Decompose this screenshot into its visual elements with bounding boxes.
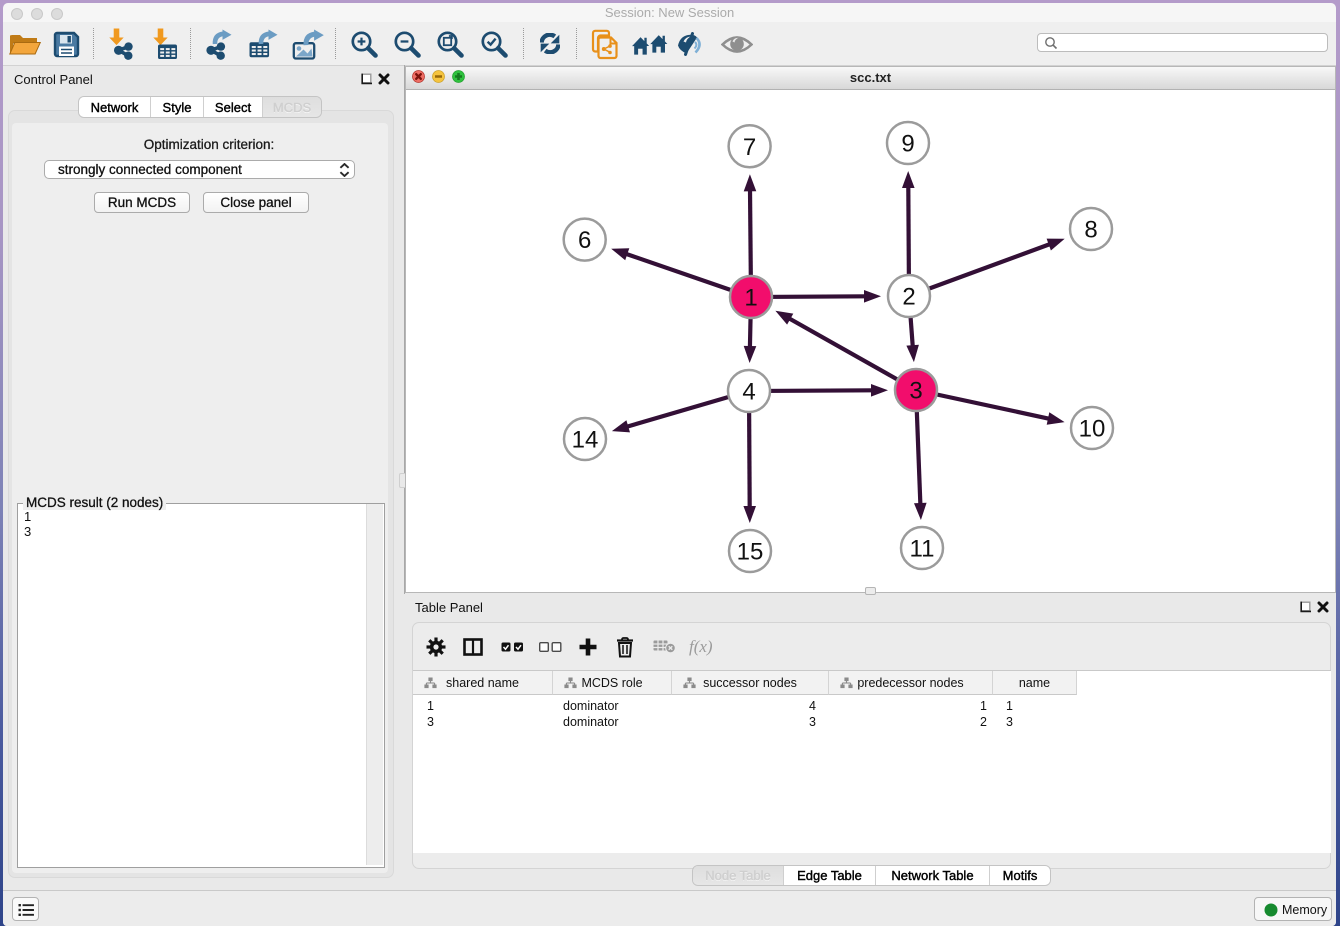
svg-text:4: 4: [742, 379, 755, 406]
svg-text:10: 10: [1079, 416, 1106, 443]
svg-text:7: 7: [743, 134, 756, 161]
svg-text:11: 11: [910, 536, 935, 563]
svg-text:6: 6: [578, 227, 591, 254]
svg-text:1: 1: [744, 285, 757, 312]
svg-text:3: 3: [909, 378, 922, 405]
svg-text:2: 2: [902, 284, 915, 311]
svg-text:14: 14: [572, 427, 599, 454]
svg-text:15: 15: [737, 539, 764, 566]
svg-text:8: 8: [1084, 217, 1097, 244]
svg-text:9: 9: [901, 131, 914, 158]
